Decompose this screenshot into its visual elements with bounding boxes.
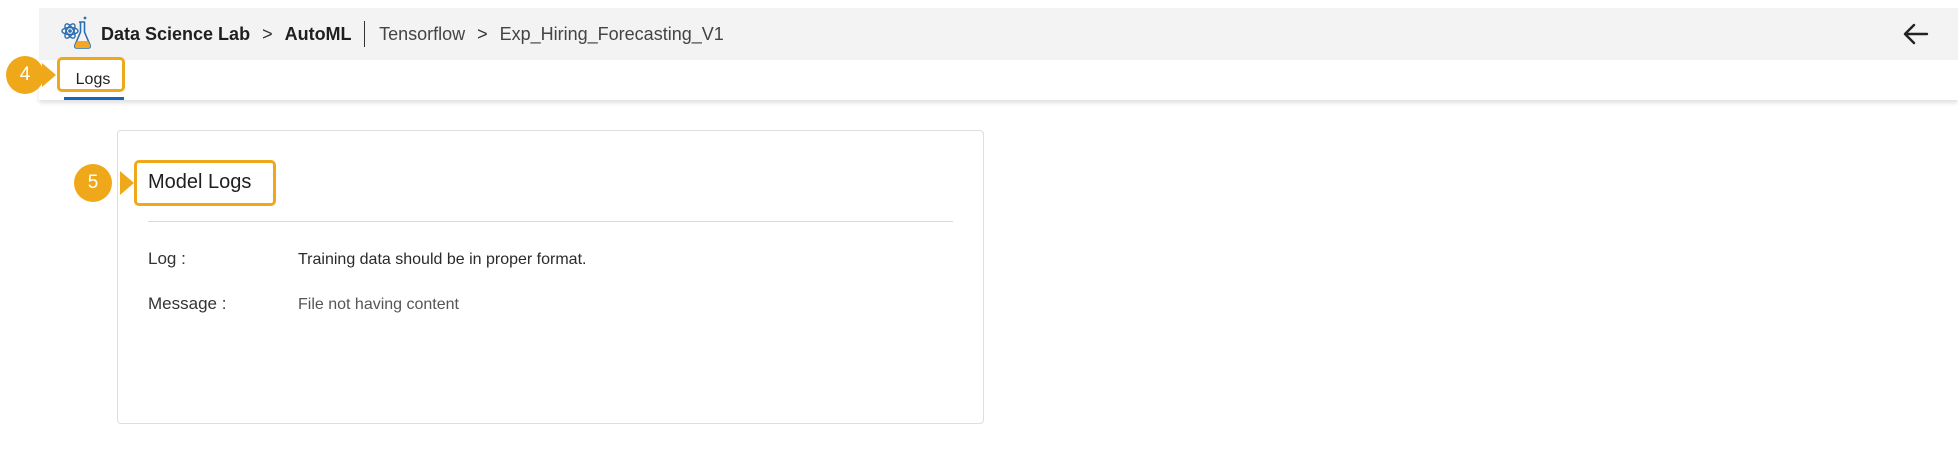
callout-pointer-tab xyxy=(42,63,56,87)
callout-highlight-tab xyxy=(57,57,125,92)
active-tab-indicator xyxy=(64,97,124,100)
callout-pointer-title xyxy=(120,171,134,195)
log-value: Training data should be in proper format… xyxy=(298,251,587,268)
breadcrumb: Data Science Lab > AutoML Tensorflow > E… xyxy=(101,8,724,60)
message-label: Message : xyxy=(148,294,227,313)
callout-highlight-title xyxy=(134,160,276,206)
message-value: File not having content xyxy=(298,296,459,313)
breadcrumb-chevron-icon: > xyxy=(477,23,488,44)
log-label: Log : xyxy=(148,249,186,268)
breadcrumb-experiment: Exp_Hiring_Forecasting_V1 xyxy=(499,23,724,44)
breadcrumb-data-science-lab[interactable]: Data Science Lab xyxy=(101,24,250,45)
breadcrumb-divider xyxy=(363,21,366,47)
card-divider xyxy=(148,221,953,222)
arrow-left-icon[interactable] xyxy=(1902,21,1930,47)
science-flask-icon[interactable] xyxy=(59,14,93,52)
breadcrumb-automl[interactable]: AutoML xyxy=(285,24,352,45)
breadcrumb-chevron-icon: > xyxy=(262,23,273,44)
tab-bar: Logs xyxy=(39,60,1958,100)
callout-badge-4: 4 xyxy=(6,56,44,94)
top-header-bar: Data Science Lab > AutoML Tensorflow > E… xyxy=(39,8,1958,60)
callout-badge-5: 5 xyxy=(74,164,112,202)
breadcrumb-tensorflow[interactable]: Tensorflow xyxy=(379,24,465,45)
